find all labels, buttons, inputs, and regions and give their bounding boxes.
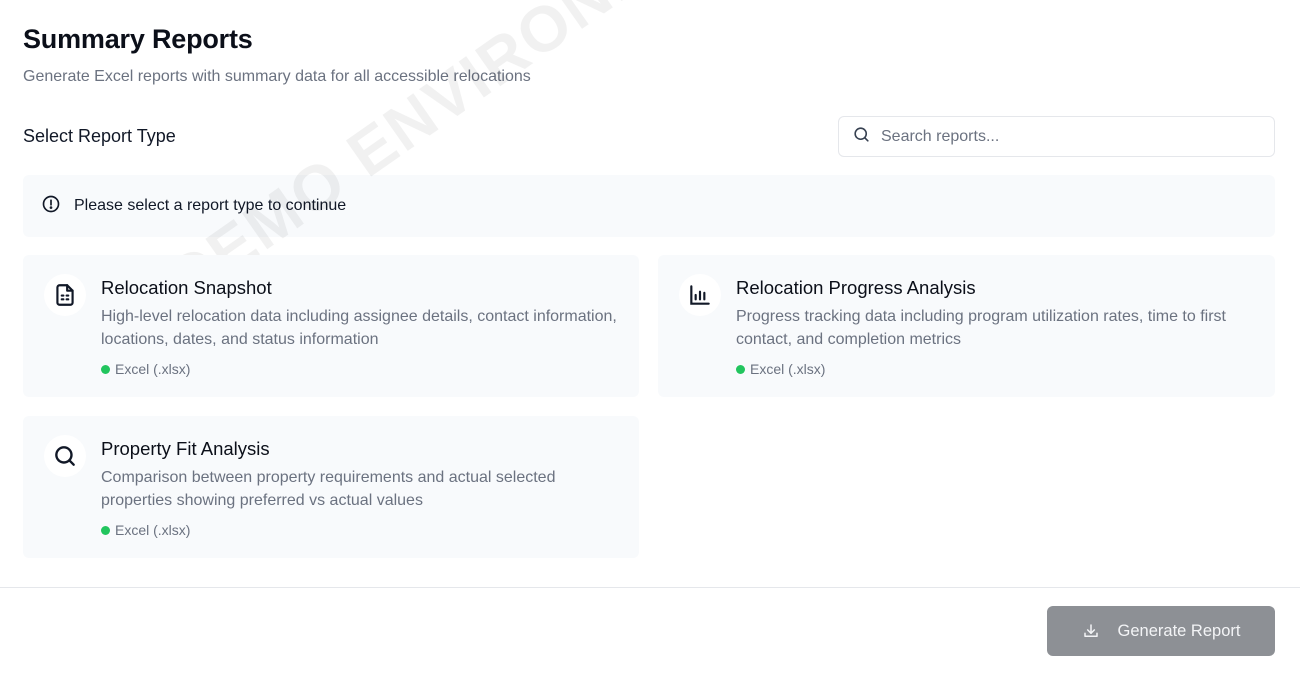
generate-report-label: Generate Report <box>1117 621 1241 640</box>
page-subtitle: Generate Excel reports with summary data… <box>23 68 531 85</box>
bar-chart-icon <box>679 274 721 316</box>
format-status-dot <box>101 364 110 374</box>
summary-reports-page: Summary Reports Generate Excel reports w… <box>0 0 1300 680</box>
report-card-property-fit[interactable]: Property Fit Analysis Comparison between… <box>23 416 639 558</box>
footer-divider <box>0 587 1300 588</box>
report-title: Relocation Progress Analysis <box>736 277 976 298</box>
search-icon <box>44 435 86 477</box>
report-title: Property Fit Analysis <box>101 438 270 459</box>
report-title: Relocation Snapshot <box>101 277 272 298</box>
report-card-relocation-snapshot[interactable]: Relocation Snapshot High-level relocatio… <box>23 255 639 397</box>
section-label: Select Report Type <box>23 126 176 146</box>
alert-message: Please select a report type to continue <box>74 197 347 214</box>
search-icon <box>852 125 871 149</box>
select-report-alert: Please select a report type to continue <box>23 175 1275 237</box>
search-box[interactable] <box>838 116 1275 157</box>
report-format-label: Excel (.xlsx) <box>115 522 191 538</box>
search-input[interactable] <box>881 127 1261 146</box>
alert-circle-icon <box>41 194 61 219</box>
report-format-label: Excel (.xlsx) <box>115 361 191 377</box>
report-description: Progress tracking data including program… <box>736 308 1226 348</box>
spreadsheet-file-icon <box>44 274 86 316</box>
format-status-dot <box>736 364 745 374</box>
report-format-label: Excel (.xlsx) <box>750 361 826 377</box>
generate-report-button[interactable]: Generate Report <box>1047 606 1275 656</box>
report-format: Excel (.xlsx) <box>736 361 825 377</box>
report-format: Excel (.xlsx) <box>101 361 190 377</box>
download-icon <box>1083 624 1098 637</box>
report-description: High-level relocation data including ass… <box>101 308 617 348</box>
page-title: Summary Reports <box>23 24 253 54</box>
report-card-relocation-progress[interactable]: Relocation Progress Analysis Progress tr… <box>658 255 1275 397</box>
report-description: Comparison between property requirements… <box>101 469 556 509</box>
report-format: Excel (.xlsx) <box>101 522 190 538</box>
format-status-dot <box>101 525 110 535</box>
